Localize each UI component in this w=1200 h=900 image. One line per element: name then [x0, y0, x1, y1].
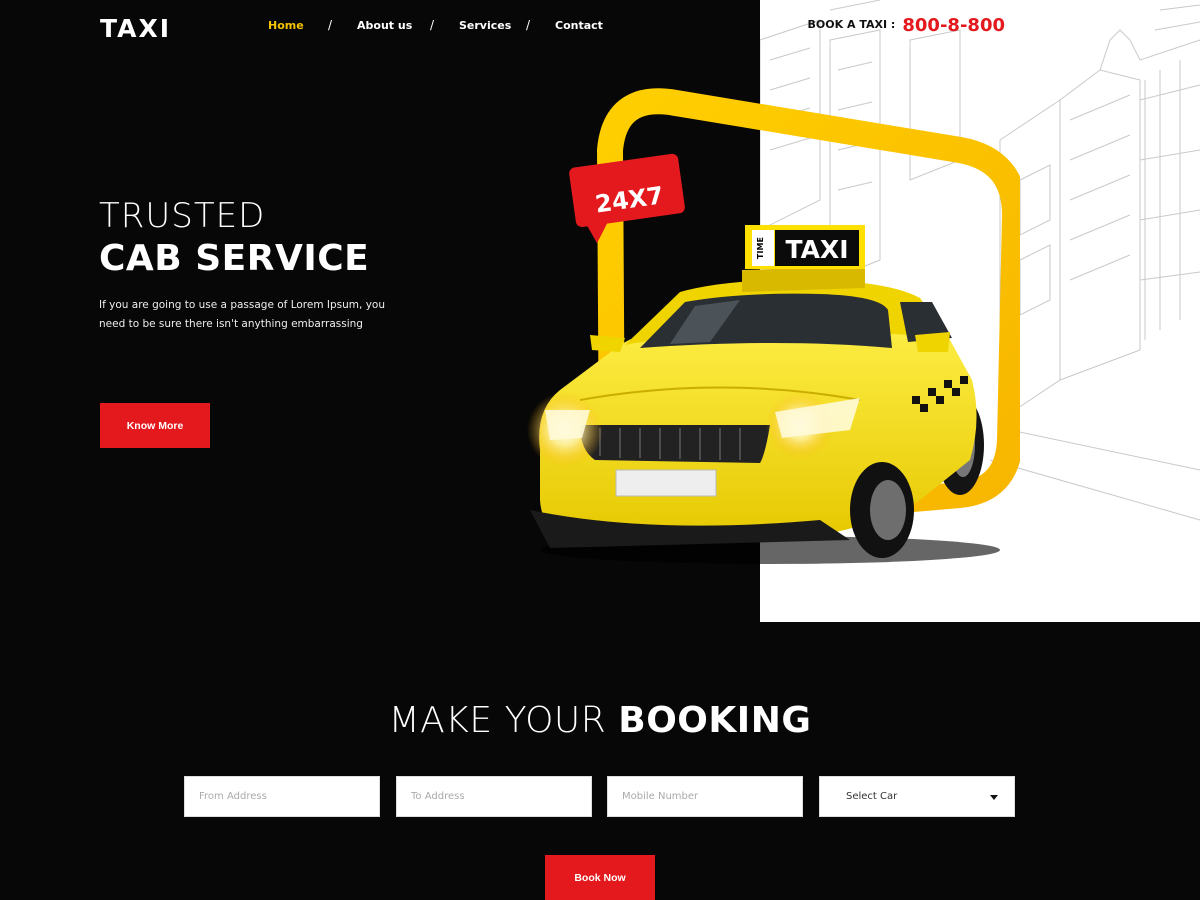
from-address-input[interactable]: From Address [184, 776, 380, 817]
to-address-placeholder: To Address [411, 791, 465, 802]
book-taxi-label: BOOK A TAXI : [807, 18, 896, 31]
taxi-logo[interactable]: TAXI [100, 14, 171, 43]
roof-sign-small-text: TIME [756, 237, 765, 259]
roof-sign-large-text: TAXI [785, 235, 848, 264]
mobile-number-placeholder: Mobile Number [622, 791, 699, 802]
nav-separator: / [328, 18, 333, 32]
logo-text: TAXI [100, 14, 172, 43]
nav-home[interactable]: Home [268, 19, 304, 32]
know-more-button[interactable]: Know More [100, 403, 210, 448]
select-car-dropdown[interactable]: Select Car [819, 776, 1015, 817]
hero-title-line1: TRUSTED [99, 196, 266, 236]
chevron-down-icon [990, 795, 998, 800]
booking-title-bold: BOOKING [618, 700, 812, 741]
phone-number[interactable]: 800-8-800 [902, 15, 1005, 36]
hero-description: If you are going to use a passage of Lor… [99, 299, 385, 330]
book-now-button[interactable]: Book Now [545, 855, 655, 900]
mobile-number-input[interactable]: Mobile Number [607, 776, 803, 817]
select-car-value: Select Car [846, 791, 898, 802]
book-taxi-phone: BOOK A TAXI : 800-8-800 [808, 15, 1005, 36]
nav-services[interactable]: Services [459, 19, 511, 32]
nav-separator: / [526, 18, 531, 32]
from-address-placeholder: From Address [199, 791, 267, 802]
booking-title: MAKE YOUR BOOKING [0, 700, 1200, 741]
taxi-car-illustration: TIME TAXI 24X7 [527, 88, 1020, 564]
booking-title-light: MAKE YOUR [388, 700, 607, 741]
nav-contact[interactable]: Contact [555, 19, 603, 32]
nav-about-us[interactable]: About us [357, 19, 412, 32]
hero-title-line2: CAB SERVICE [99, 238, 370, 279]
nav-separator: / [430, 18, 435, 32]
to-address-input[interactable]: To Address [396, 776, 592, 817]
